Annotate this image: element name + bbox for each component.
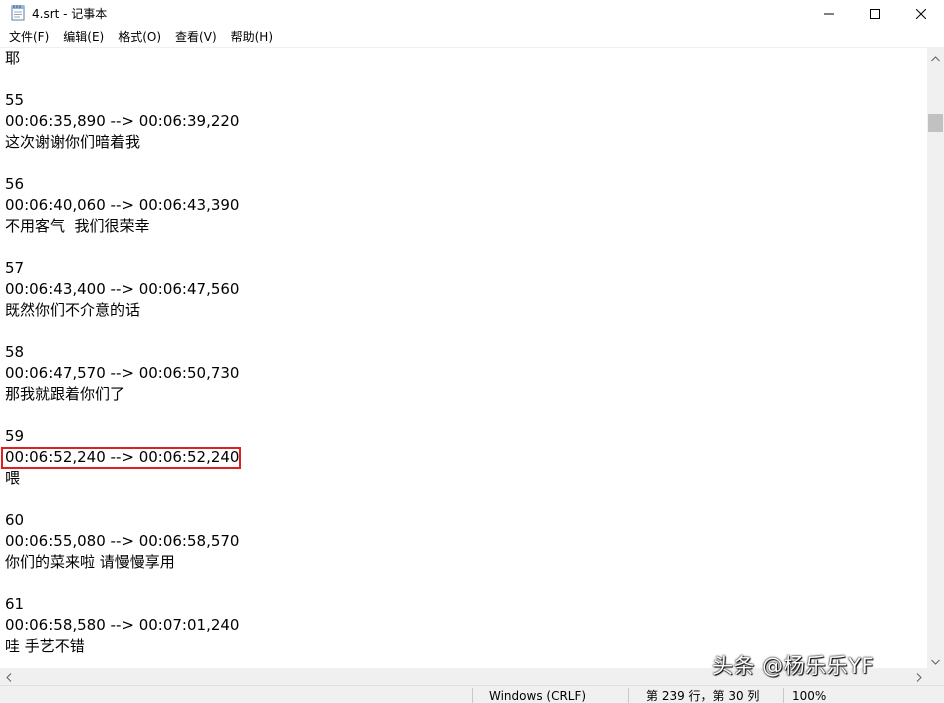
menu-file[interactable]: 文件(F) — [0, 27, 56, 47]
status-zoom: 100% — [792, 689, 827, 703]
chevron-down-icon — [931, 650, 940, 669]
text-line: 不用客气 我们很荣幸 — [5, 217, 150, 235]
editor-content: 耶 55 00:06:35,890 --> 00:06:39,220 这次谢谢你… — [5, 48, 239, 657]
text-line: 59 — [5, 427, 25, 445]
maximize-button[interactable] — [852, 0, 898, 26]
vertical-scroll-thumb[interactable] — [928, 114, 943, 132]
menu-bar: 文件(F) 编辑(E) 格式(O) 查看(V) 帮助(H) — [0, 27, 944, 48]
scroll-up-button[interactable] — [927, 48, 944, 65]
menu-help[interactable]: 帮助(H) — [224, 27, 280, 47]
menu-view[interactable]: 查看(V) — [168, 27, 224, 47]
chevron-up-icon — [931, 47, 940, 66]
text-line: 喂 — [5, 469, 21, 487]
text-line: 那我就跟着你们了 — [5, 385, 126, 403]
maximize-icon — [870, 4, 880, 23]
status-bar: Windows (CRLF) 第 239 行，第 30 列 100% — [0, 685, 944, 703]
text-line: 60 — [5, 511, 25, 529]
text-line — [5, 489, 239, 510]
status-cursor-position: 第 239 行，第 30 列 — [646, 689, 760, 703]
scroll-left-button[interactable] — [0, 668, 17, 685]
text-line: 00:06:43,400 --> 00:06:47,560 — [5, 280, 240, 298]
minimize-button[interactable] — [806, 0, 852, 26]
watermark: 头条 @杨乐乐YF — [712, 654, 875, 678]
close-icon — [915, 4, 927, 23]
title-bar[interactable]: 4.srt - 记事本 — [0, 0, 944, 26]
text-line — [5, 69, 239, 90]
text-editor[interactable]: 耶 55 00:06:35,890 --> 00:06:39,220 这次谢谢你… — [0, 48, 927, 668]
text-line: 58 — [5, 343, 25, 361]
text-line — [5, 153, 239, 174]
text-line: 既然你们不介意的话 — [5, 301, 141, 319]
text-line: 00:06:47,570 --> 00:06:50,730 — [5, 364, 240, 382]
text-line: 00:06:40,060 --> 00:06:43,390 — [5, 196, 240, 214]
scroll-down-button[interactable] — [927, 651, 944, 668]
menu-edit[interactable]: 编辑(E) — [56, 27, 111, 47]
status-encoding: Windows (CRLF) — [489, 689, 587, 703]
scroll-right-button[interactable] — [910, 668, 927, 685]
chevron-right-icon — [916, 667, 922, 686]
text-line: 55 — [5, 91, 25, 109]
text-line: 这次谢谢你们暗着我 — [5, 133, 141, 151]
status-divider — [628, 688, 629, 703]
text-line: 00:06:55,080 --> 00:06:58,570 — [5, 532, 240, 550]
close-button[interactable] — [898, 0, 944, 26]
text-line: 61 — [5, 595, 25, 613]
status-divider — [783, 688, 784, 703]
text-line: 哇 手艺不错 — [5, 637, 85, 655]
menu-format[interactable]: 格式(O) — [111, 27, 168, 47]
text-line: 57 — [5, 259, 25, 277]
window-title: 4.srt - 记事本 — [32, 7, 108, 21]
highlight-annotation-box — [1, 447, 241, 469]
vertical-scrollbar[interactable] — [927, 48, 944, 668]
text-line — [5, 573, 239, 594]
text-line: 00:06:35,890 --> 00:06:39,220 — [5, 112, 240, 130]
text-line — [5, 237, 239, 258]
status-divider — [472, 688, 473, 703]
text-line — [5, 405, 239, 426]
notepad-window: 4.srt - 记事本 文件(F) 编辑(E) 格式(O) 查看(V) 帮助(H… — [0, 0, 944, 703]
text-line: 耶 — [5, 49, 21, 67]
notepad-icon — [10, 4, 26, 21]
text-line: 00:06:58,580 --> 00:07:01,240 — [5, 616, 240, 634]
text-line: 你们的菜来啦 请慢慢享用 — [5, 553, 175, 571]
chevron-left-icon — [5, 667, 12, 686]
text-line: 56 — [5, 175, 25, 193]
minimize-icon — [824, 4, 834, 23]
text-line — [5, 321, 239, 342]
scrollbar-corner — [927, 668, 944, 685]
